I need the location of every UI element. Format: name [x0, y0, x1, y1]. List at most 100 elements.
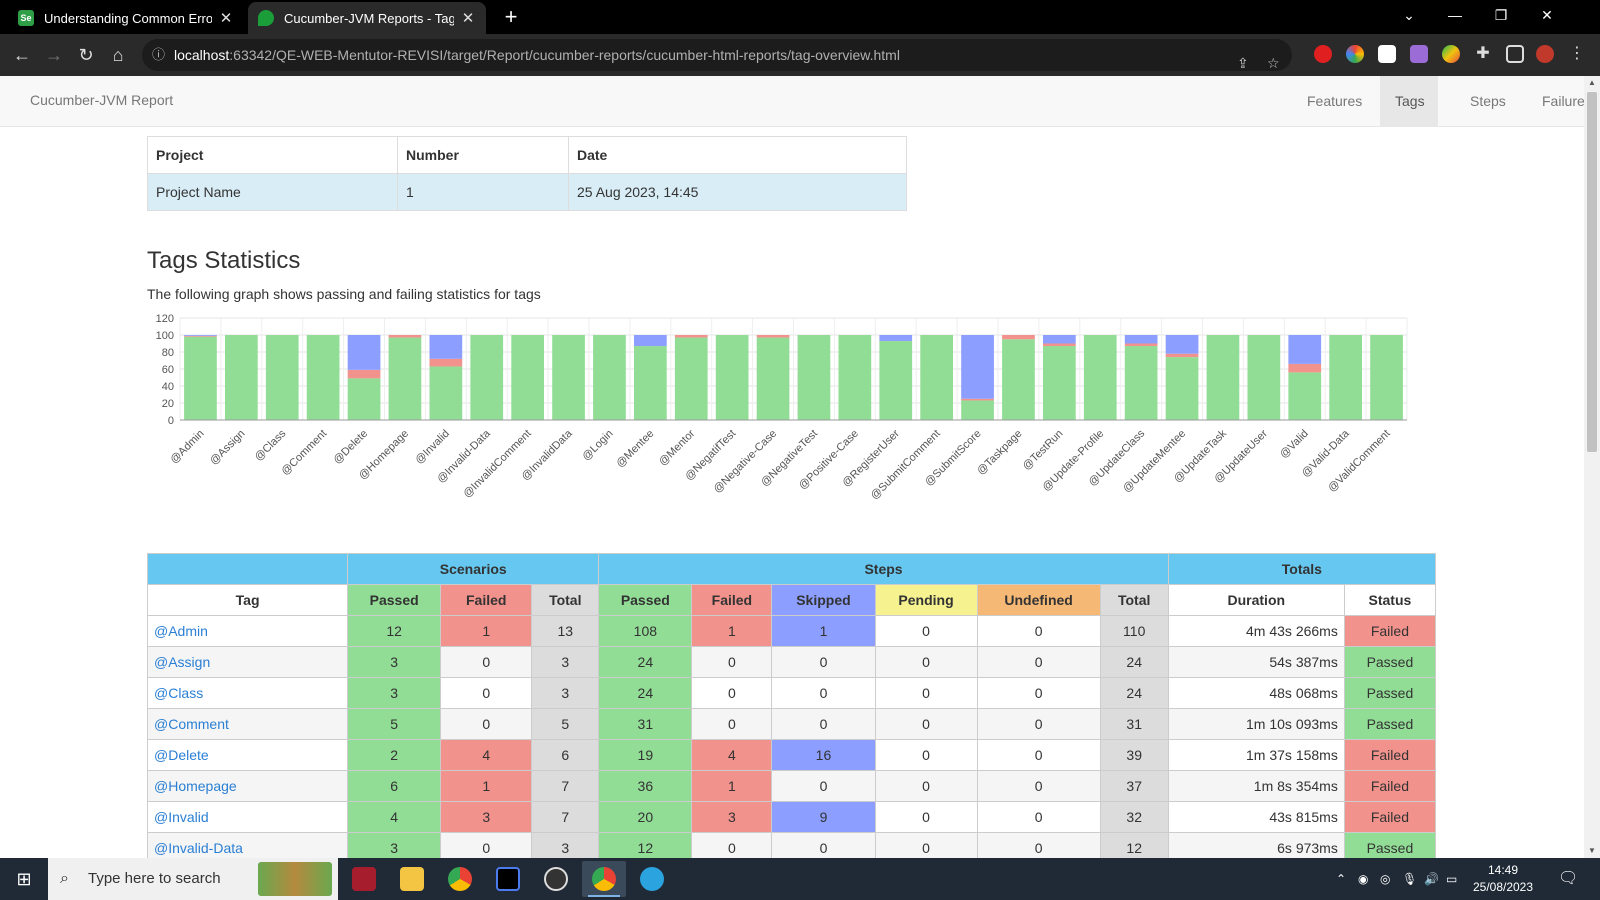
extension-colorful-icon[interactable] — [1346, 45, 1364, 63]
notifications-icon[interactable]: 🗨 — [1558, 858, 1578, 900]
bookmark-star-icon[interactable]: ☆ — [1267, 47, 1280, 79]
close-tab-icon[interactable]: ✕ — [218, 9, 234, 27]
file-explorer-icon[interactable] — [390, 861, 434, 897]
col-scenarios-total[interactable]: Total — [531, 584, 600, 616]
col-scenarios-passed[interactable]: Passed — [347, 584, 442, 616]
cell-duration: 43s 815ms — [1167, 801, 1345, 833]
col-steps-passed[interactable]: Passed — [598, 584, 693, 616]
col-steps-pending[interactable]: Pending — [874, 584, 978, 616]
col-steps-failed[interactable]: Failed — [691, 584, 773, 616]
tray-volume-icon[interactable]: 🔊 — [1424, 858, 1439, 900]
mendeley-app-icon[interactable] — [342, 861, 386, 897]
side-panel-icon[interactable] — [1506, 45, 1524, 63]
minimize-button[interactable]: — — [1432, 0, 1478, 34]
intellij-app-icon[interactable] — [486, 861, 530, 897]
nav-tags[interactable]: Tags — [1380, 76, 1438, 126]
scroll-up-arrow[interactable]: ▲ — [1584, 76, 1600, 90]
col-tag[interactable]: Tag — [146, 584, 349, 616]
x-tick-label: @SubmitComment — [868, 428, 942, 502]
col-scenarios-failed[interactable]: Failed — [440, 584, 533, 616]
profile-avatar[interactable] — [1536, 45, 1554, 63]
cell-st-total: 110 — [1099, 615, 1169, 647]
cell-st-total: 24 — [1099, 677, 1169, 709]
chrome-app-icon[interactable] — [438, 861, 482, 897]
cell-st-passed: 31 — [598, 708, 693, 740]
extension-red-icon[interactable] — [1314, 45, 1332, 63]
tray-chevron-icon[interactable]: ⌃ — [1336, 858, 1346, 900]
col-steps-total[interactable]: Total — [1099, 584, 1169, 616]
col-status[interactable]: Status — [1343, 584, 1437, 616]
cell-tag[interactable]: @Homepage — [146, 770, 349, 802]
browser-tab-cucumber[interactable]: Cucumber-JVM Reports - Tags O ✕ — [248, 2, 486, 34]
bar-failed — [1002, 335, 1035, 340]
bar-passed — [633, 346, 667, 420]
cell-st-skipped: 0 — [771, 770, 876, 802]
col-duration[interactable]: Duration — [1167, 584, 1345, 616]
taskbar-search-box[interactable]: ⌕ Type here to search — [48, 858, 338, 900]
bar-passed — [838, 335, 872, 420]
nav-failures[interactable]: Failures — [1527, 76, 1584, 126]
cell-tag[interactable]: @Assign — [146, 646, 349, 678]
scroll-down-arrow[interactable]: ▼ — [1584, 844, 1600, 858]
cell-status: Passed — [1343, 708, 1437, 740]
chrome-active-app-icon[interactable] — [582, 861, 626, 897]
restore-button[interactable]: ❐ — [1478, 0, 1524, 34]
taskbar-clock[interactable]: 14:49 25/08/2023 — [1468, 862, 1538, 896]
page-scrollbar[interactable]: ▲ ▼ — [1584, 76, 1600, 858]
cell-sc-passed: 6 — [347, 770, 442, 802]
tab-search-icon[interactable]: ⌄ — [1386, 0, 1432, 34]
bar-passed — [1288, 372, 1322, 420]
extension-purple-icon[interactable] — [1410, 45, 1428, 63]
tray-camera-icon[interactable]: ◎ — [1380, 858, 1390, 900]
nav-features[interactable]: Features — [1292, 76, 1377, 126]
y-tick-label: 100 — [156, 330, 174, 342]
tray-display-icon[interactable]: ▭ — [1446, 858, 1457, 900]
bar-failed — [1124, 343, 1158, 347]
telegram-app-icon[interactable] — [630, 861, 674, 897]
bar-failed — [1288, 363, 1322, 373]
cell-sc-total: 13 — [531, 615, 600, 647]
cell-tag[interactable]: @Comment — [146, 708, 349, 740]
col-steps-skipped[interactable]: Skipped — [771, 584, 876, 616]
back-button[interactable]: ← — [8, 41, 36, 69]
windows-start-icon[interactable]: ⊞ — [0, 858, 48, 900]
bar-passed — [1247, 335, 1281, 420]
cell-st-skipped: 0 — [771, 708, 876, 740]
reload-button[interactable]: ↻ — [72, 41, 100, 69]
navbar-brand[interactable]: Cucumber-JVM Report — [30, 92, 173, 108]
browser-tab-errors[interactable]: Se Understanding Common Errors | ✕ — [8, 2, 244, 34]
cell-tag[interactable]: @Invalid-Data — [146, 832, 349, 858]
cell-st-total: 31 — [1099, 708, 1169, 740]
share-icon[interactable]: ⇪ — [1237, 47, 1249, 79]
section-lead: The following graph shows passing and fa… — [147, 286, 541, 302]
cell-st-skipped: 16 — [771, 739, 876, 771]
cell-tag[interactable]: @Admin — [146, 615, 349, 647]
obs-app-icon[interactable] — [534, 861, 578, 897]
tray-network-icon[interactable]: ◉ — [1358, 858, 1368, 900]
table-row: @Delete 2 4 6 19 4 16 0 0 39 1m 37s 158ms Failed — [146, 739, 1437, 771]
tray-mic-icon[interactable]: 🎙 — [1402, 858, 1417, 900]
extension-square-icon[interactable] — [1378, 45, 1396, 63]
close-window-button[interactable]: ✕ — [1524, 0, 1570, 34]
home-button[interactable]: ⌂ — [104, 41, 132, 69]
project-header: Project — [147, 136, 398, 174]
new-tab-button[interactable]: + — [498, 4, 524, 30]
cell-tag[interactable]: @Invalid — [146, 801, 349, 833]
cell-sc-total: 7 — [531, 801, 600, 833]
scrollbar-thumb[interactable] — [1587, 92, 1597, 452]
menu-dots-icon[interactable]: ⋮ — [1568, 45, 1586, 63]
nav-steps[interactable]: Steps — [1455, 76, 1521, 126]
cell-tag[interactable]: @Delete — [146, 739, 349, 771]
extensions-puzzle-icon[interactable]: ✚ — [1474, 45, 1492, 63]
extension-leaf-icon[interactable] — [1442, 45, 1460, 63]
col-steps-undefined[interactable]: Undefined — [976, 584, 1101, 616]
close-tab-icon[interactable]: ✕ — [460, 9, 476, 27]
browser-tab-strip: Se Understanding Common Errors | ✕ Cucum… — [0, 0, 1600, 34]
x-tick-label: @Assign — [208, 428, 248, 468]
cell-tag[interactable]: @Class — [146, 677, 349, 709]
forward-button[interactable]: → — [40, 41, 68, 69]
cell-st-pending: 0 — [874, 677, 978, 709]
cell-st-pending: 0 — [874, 832, 978, 858]
url-input[interactable]: ⓘ localhost:63342/QE-WEB-Mentutor-REVISI… — [142, 39, 1292, 71]
site-info-icon[interactable]: ⓘ — [152, 39, 165, 71]
